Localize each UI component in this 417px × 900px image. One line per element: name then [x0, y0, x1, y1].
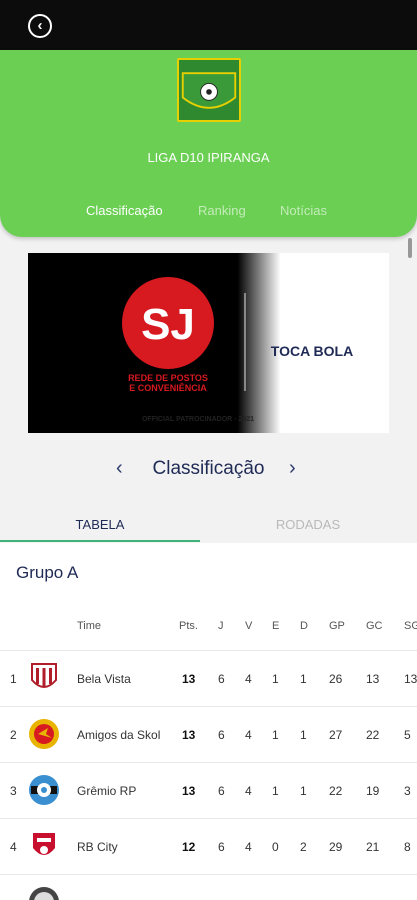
row-d: 1: [300, 728, 307, 742]
league-name: LIGA D10 IPIRANGA: [147, 150, 270, 165]
header-team: Time: [77, 620, 102, 632]
tab-noticias[interactable]: Notícias: [280, 203, 327, 218]
row-j: 6: [218, 784, 225, 798]
league-header: LIGA D10 IPIRANGA Classificação Ranking …: [0, 50, 417, 237]
table-row[interactable]: 2 Amigos da Skol 13 6 4 1 1 27 22 5: [0, 706, 417, 762]
row-pts: 13: [182, 784, 196, 798]
active-tab-indicator: [0, 540, 200, 542]
tab-ranking[interactable]: Ranking: [198, 203, 246, 218]
row-team: Amigos da Skol: [77, 728, 161, 742]
header-pts: Pts.: [179, 620, 198, 632]
row-d: 2: [300, 840, 307, 854]
row-sg: 5: [404, 728, 411, 742]
row-gc: 21: [366, 840, 380, 854]
section-nav: ‹ Classificação ›: [0, 455, 417, 485]
league-logo: [177, 58, 241, 122]
team-crest-icon: [26, 716, 62, 752]
row-pts: 12: [182, 840, 196, 854]
row-gc: 19: [366, 784, 380, 798]
header-e: E: [272, 620, 280, 632]
league-tabs: Classificação Ranking Notícias: [0, 203, 417, 223]
row-sg: 3: [404, 784, 411, 798]
banner-brand: SJ: [141, 300, 195, 349]
header-v: V: [245, 620, 253, 632]
banner-partner: TOCA BOLA: [271, 343, 353, 359]
row-pts: 13: [182, 728, 196, 742]
row-e: 1: [272, 728, 279, 742]
row-position: 1: [10, 672, 17, 686]
arrow-left-icon[interactable]: ‹: [28, 14, 52, 38]
table-row[interactable]: 3 Grêmio RP 13 6 4 1 1 22 19 3: [0, 762, 417, 818]
row-e: 0: [272, 840, 279, 854]
subtabs: TABELA RODADAS: [0, 507, 417, 543]
row-sg: 13: [404, 672, 417, 686]
header-gp: GP: [329, 620, 345, 632]
row-position: 3: [10, 784, 17, 798]
row-gp: 26: [329, 672, 343, 686]
row-gc: 13: [366, 672, 380, 686]
row-gc: 22: [366, 728, 380, 742]
group-title: Grupo A: [16, 563, 79, 582]
row-v: 4: [245, 784, 252, 798]
row-team: Bela Vista: [77, 672, 131, 686]
tab-rodadas[interactable]: RODADAS: [208, 517, 408, 532]
row-pts: 13: [182, 672, 196, 686]
scrollbar-thumb[interactable]: [408, 238, 412, 258]
sponsor-banner[interactable]: SJ REDE DE POSTOS E CONVENIÊNCIA TOCA BO…: [28, 253, 389, 433]
team-crest-icon: [26, 772, 62, 808]
chevron-right-icon[interactable]: ›: [289, 457, 296, 480]
row-position: 4: [10, 840, 17, 854]
table-header: Time Pts. J V E D GP GC SG: [0, 620, 417, 634]
row-gp: 22: [329, 784, 343, 798]
standings-panel: Grupo A Time Pts. J V E D GP GC SG 1 Bel…: [0, 543, 417, 900]
row-sg: 8: [404, 840, 411, 854]
row-j: 6: [218, 840, 225, 854]
banner-caption: OFFICIAL PATROCINADOR - 2021: [142, 416, 254, 423]
tab-tabela[interactable]: TABELA: [0, 517, 200, 532]
banner-brand-line1: REDE DE POSTOS: [128, 373, 208, 383]
row-v: 4: [245, 728, 252, 742]
team-crest-icon: [26, 828, 62, 864]
row-j: 6: [218, 672, 225, 686]
row-gp: 27: [329, 728, 343, 742]
row-e: 1: [272, 672, 279, 686]
header-sg: SG: [404, 620, 417, 632]
banner-brand-line2: E CONVENIÊNCIA: [129, 382, 207, 393]
table-row[interactable]: 1 Bela Vista 13 6 4 1 1 26 13 13: [0, 650, 417, 706]
tab-classificacao[interactable]: Classificação: [86, 203, 163, 218]
top-bar: ‹: [0, 0, 417, 50]
table-row[interactable]: 4 RB City 12 6 4 0 2 29 21 8: [0, 818, 417, 874]
row-gp: 29: [329, 840, 343, 854]
header-d: D: [300, 620, 308, 632]
header-j: J: [218, 620, 224, 632]
section-title: Classificação: [152, 458, 265, 479]
row-v: 4: [245, 840, 252, 854]
row-e: 1: [272, 784, 279, 798]
header-gc: GC: [366, 620, 383, 632]
row-position: 2: [10, 728, 17, 742]
table-row[interactable]: [0, 874, 417, 900]
row-d: 1: [300, 672, 307, 686]
team-crest-icon: [26, 660, 62, 696]
row-d: 1: [300, 784, 307, 798]
row-team: RB City: [77, 840, 118, 854]
row-team: Grêmio RP: [77, 784, 137, 798]
row-v: 4: [245, 672, 252, 686]
team-crest-icon: [26, 884, 62, 900]
row-j: 6: [218, 728, 225, 742]
